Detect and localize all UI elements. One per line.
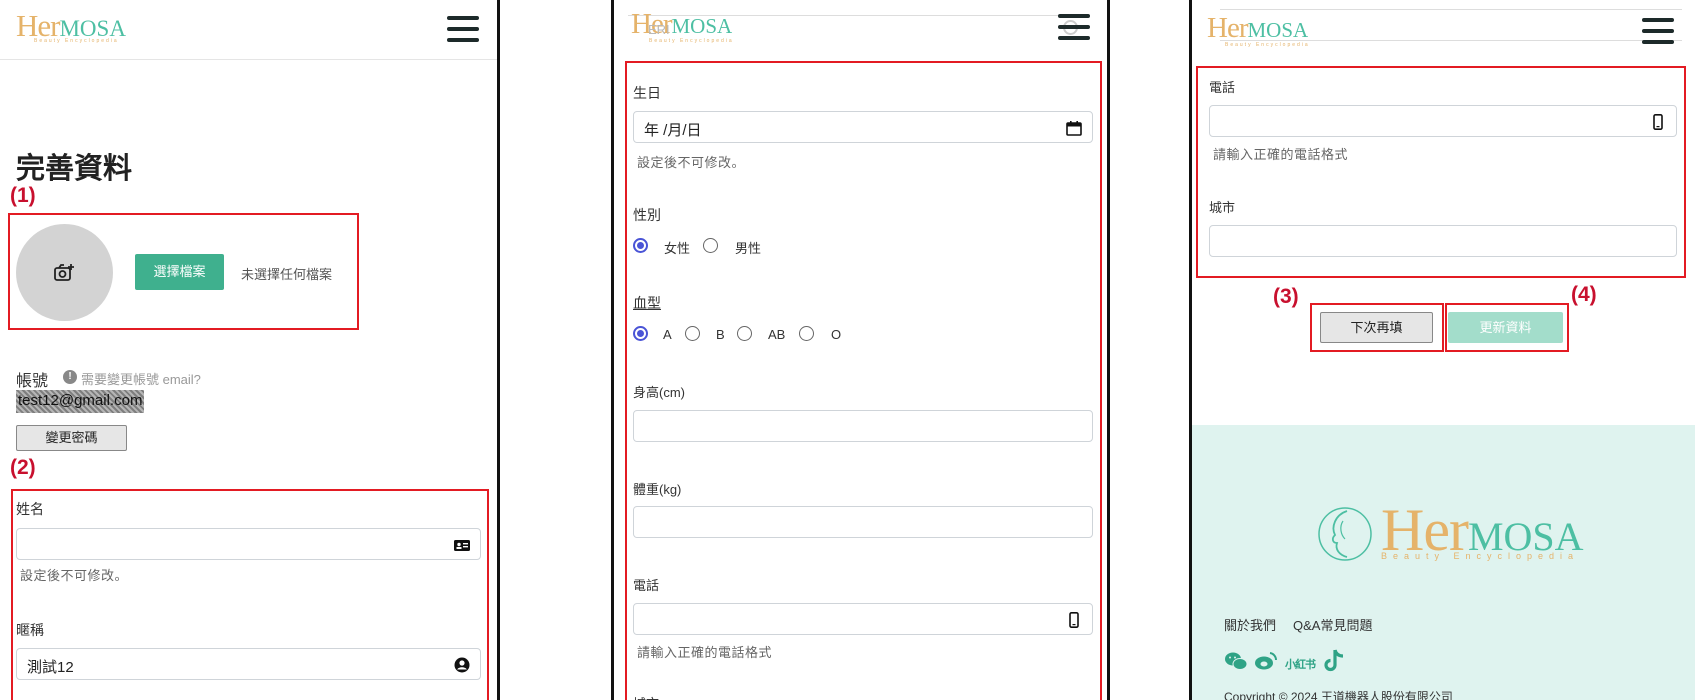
no-file-label: 未選擇任何檔案 <box>241 267 333 282</box>
logo-tagline: Beauty Encyclopedia <box>649 38 734 44</box>
footer-link-faq[interactable]: Q&A常見問題 <box>1293 615 1372 634</box>
weight-label: 體重(kg) <box>633 482 682 497</box>
height-label: 身高(cm) <box>633 385 685 400</box>
phone-hint: 請輸入正確的電話格式 <box>637 645 773 660</box>
hamburger-menu-icon[interactable] <box>1642 18 1674 44</box>
brand-logo[interactable]: Hermosa Beauty Encyclopedia <box>1207 12 1309 48</box>
phone-label: 電話 <box>1209 80 1236 95</box>
name-hint: 設定後不可修改。 <box>20 568 129 583</box>
change-email-link[interactable]: 需要變更帳號 email? <box>81 369 201 388</box>
weight-field[interactable] <box>633 506 1093 538</box>
gender-label: 性別 <box>633 207 661 223</box>
phone-hint: 請輸入正確的電話格式 <box>1213 147 1349 162</box>
tiktok-icon[interactable] <box>1324 649 1346 673</box>
logo-tagline: Beauty Encyclopedia <box>34 38 119 44</box>
mobile-phone-icon <box>1653 114 1663 130</box>
info-icon: ! <box>63 370 77 384</box>
blood-option-ab: AB <box>768 327 786 342</box>
header-divider <box>0 59 497 60</box>
ghost-overlap-text: ERI <box>648 22 670 37</box>
city-label-partial: 城市 <box>633 693 659 700</box>
blood-option-a: A <box>663 327 672 342</box>
phone-field[interactable] <box>633 603 1093 635</box>
change-password-button[interactable]: 變更密碼 <box>16 425 127 451</box>
logo-text-small: mosa <box>1247 18 1309 42</box>
copyright-text: Copyright © 2024 王道機器人股份有限公司 <box>1224 690 1453 700</box>
name-label: 姓名 <box>16 501 44 517</box>
city-label: 城市 <box>1209 200 1236 215</box>
panel-divider-2 <box>611 0 614 700</box>
logo-text-small: mosa <box>671 14 733 38</box>
logo-text-big: Her <box>1207 12 1248 44</box>
gender-radio-male[interactable] <box>703 238 718 253</box>
footer-brand-logo: Hermosa Beauty Encyclopedia <box>1381 500 1584 561</box>
name-field[interactable] <box>16 528 481 560</box>
hamburger-menu-icon[interactable] <box>1058 14 1090 40</box>
footer: Hermosa Beauty Encyclopedia 關於我們 Q&A常見問題… <box>1192 425 1695 700</box>
avatar-upload[interactable] <box>16 224 113 321</box>
face-line-logo-icon <box>1318 507 1372 561</box>
birthday-label: 生日 <box>633 85 661 101</box>
calendar-icon[interactable] <box>1066 120 1082 136</box>
panel-divider-1 <box>497 0 500 700</box>
phone-field[interactable] <box>1209 105 1677 137</box>
page-title: 完善資料 <box>16 153 133 185</box>
blood-option-o: O <box>831 327 842 342</box>
marker-4: (4) <box>1571 283 1597 306</box>
blood-radio-a[interactable] <box>633 326 648 341</box>
update-button[interactable]: 更新資料 <box>1448 312 1563 343</box>
brand-logo[interactable]: Hermosa Beauty Encyclopedia <box>631 10 733 44</box>
brand-logo[interactable]: Hermosa Beauty Encyclopedia <box>16 10 126 44</box>
nickname-field[interactable]: 測試12 <box>16 648 481 680</box>
panel-divider-3 <box>1107 0 1110 700</box>
nickname-label: 暱稱 <box>16 622 44 638</box>
blood-option-b: B <box>716 327 725 342</box>
logo-tagline: Beauty Encyclopedia <box>1225 42 1310 48</box>
weibo-icon[interactable] <box>1254 651 1278 671</box>
blood-radio-o[interactable] <box>799 326 814 341</box>
wechat-icon[interactable] <box>1224 651 1248 671</box>
camera-plus-icon <box>54 264 74 281</box>
birthday-field[interactable]: 年 /月/日 <box>633 111 1093 143</box>
id-card-icon <box>454 540 470 551</box>
birthday-hint: 設定後不可修改。 <box>637 155 746 170</box>
city-field[interactable] <box>1209 225 1677 257</box>
user-circle-icon <box>454 657 470 673</box>
gender-radio-female[interactable] <box>633 238 648 253</box>
gender-option-female: 女性 <box>664 241 691 256</box>
blood-radio-ab[interactable] <box>737 326 752 341</box>
mobile-phone-icon <box>1069 612 1079 628</box>
ghost-input-border <box>1220 9 1682 10</box>
blood-type-label: 血型 <box>633 295 661 311</box>
account-label: 帳號 <box>16 373 49 390</box>
footer-logo-tagline: Beauty Encyclopedia <box>1381 551 1580 561</box>
marker-1: (1) <box>10 184 36 207</box>
choose-file-button[interactable]: 選擇檔案 <box>135 254 224 290</box>
marker-2: (2) <box>10 456 36 479</box>
account-email: test12@gmail.com <box>16 390 145 413</box>
phone-label: 電話 <box>633 578 660 593</box>
later-button[interactable]: 下次再填 <box>1320 312 1433 343</box>
marker-3: (3) <box>1273 285 1299 308</box>
hamburger-menu-icon[interactable] <box>447 16 479 42</box>
gender-option-male: 男性 <box>735 241 762 256</box>
footer-link-about[interactable]: 關於我們 <box>1224 615 1276 634</box>
xiaohongshu-icon[interactable]: 小紅书 <box>1285 656 1316 672</box>
nickname-value: 測試12 <box>27 659 74 676</box>
height-field[interactable] <box>633 410 1093 442</box>
birthday-value: 年 /月/日 <box>644 122 702 139</box>
blood-radio-b[interactable] <box>685 326 700 341</box>
